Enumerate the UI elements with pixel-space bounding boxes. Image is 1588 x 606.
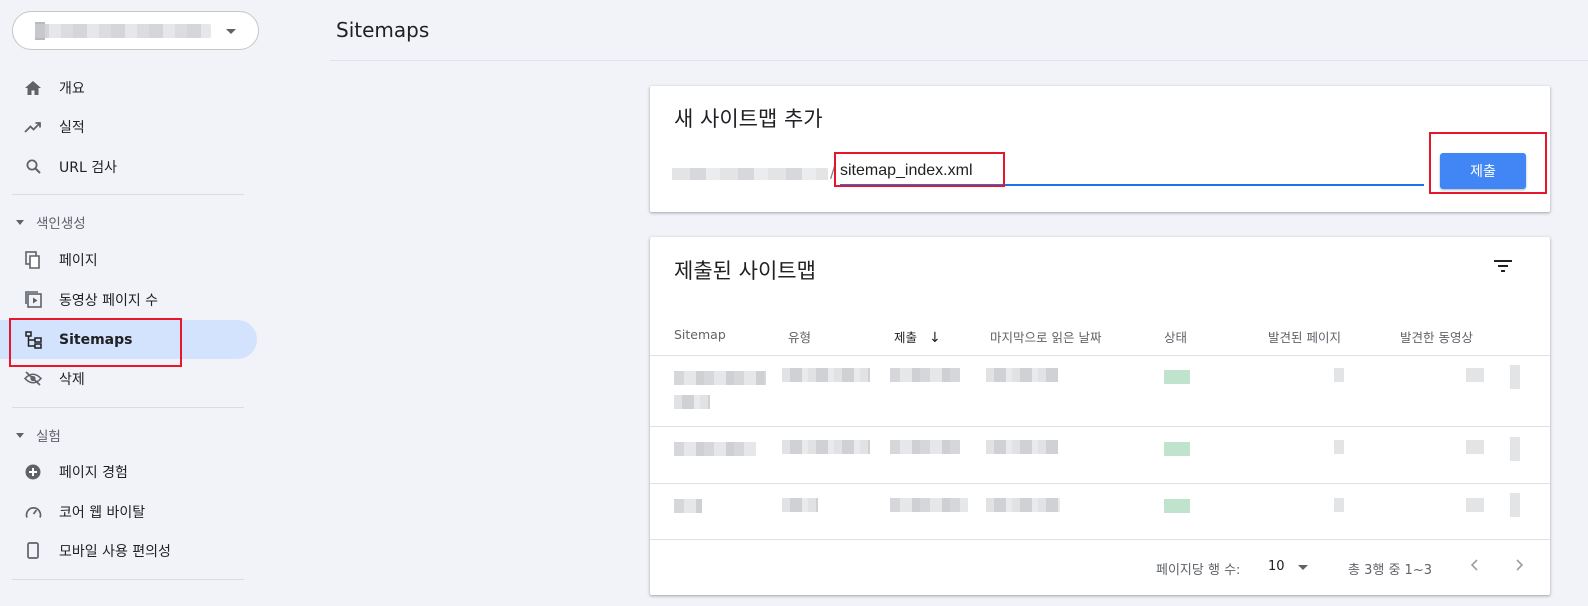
- rows-per-page-label: 페이지당 행 수:: [1156, 563, 1241, 578]
- status-badge-redacted: [1164, 499, 1190, 513]
- column-header-last-read[interactable]: 마지막으로 읽은 날짜: [990, 327, 1101, 346]
- arrow-down-icon: ↓: [929, 330, 941, 346]
- redacted-cell: [674, 395, 710, 409]
- redacted-cell: [782, 368, 870, 382]
- submit-button[interactable]: 제출: [1440, 153, 1526, 189]
- submitted-sitemaps-title: 제출된 사이트맵: [674, 259, 816, 283]
- caret-down-icon: [16, 219, 24, 225]
- column-header-submitted[interactable]: 제출 ↓: [894, 327, 941, 346]
- submitted-sitemaps-card: 제출된 사이트맵 Sitemap 유형 제출 ↓ 마지막으로 읽은 날짜 상태 …: [650, 237, 1550, 595]
- row-action-redacted[interactable]: [1510, 437, 1520, 461]
- column-header-sitemap[interactable]: Sitemap: [674, 327, 726, 342]
- sidebar-item-label: 실적: [59, 119, 85, 136]
- redacted-cell: [1466, 440, 1484, 454]
- sidebar-divider: [12, 194, 244, 195]
- chevron-down-icon: [226, 29, 236, 34]
- sidebar-item-label: 모바일 사용 편의성: [59, 543, 171, 560]
- sidebar-divider: [12, 579, 244, 580]
- status-badge-redacted: [1164, 370, 1190, 384]
- chevron-down-icon: [1298, 565, 1308, 570]
- sitemap-icon: [24, 330, 42, 349]
- sidebar-item-sitemaps[interactable]: Sitemaps: [0, 320, 257, 359]
- sidebar-item-label: 개요: [59, 80, 85, 97]
- sidebar-item-label: 코어 웹 바이탈: [59, 504, 146, 521]
- property-selector[interactable]: [12, 11, 259, 50]
- chevron-left-icon[interactable]: [1468, 558, 1482, 572]
- sidebar-item-label: URL 검사: [59, 159, 117, 176]
- smartphone-icon: [24, 542, 42, 560]
- redacted-cell: [782, 440, 870, 454]
- sidebar-item-mobile-usability[interactable]: 모바일 사용 편의성: [0, 531, 257, 570]
- redacted-cell: [674, 499, 702, 513]
- row-divider: [650, 483, 1550, 484]
- section-label: 색인생성: [36, 216, 86, 232]
- column-header-discovered-videos[interactable]: 발견한 동영상: [1400, 327, 1473, 346]
- page-title: Sitemaps: [336, 18, 430, 42]
- redacted-cell: [986, 368, 1058, 382]
- redacted-cell: [1466, 498, 1484, 512]
- sidebar-item-label: 동영상 페이지 수: [59, 292, 159, 309]
- sidebar-item-overview[interactable]: 개요: [0, 68, 257, 107]
- section-label: 실험: [36, 429, 61, 445]
- sidebar-item-label: 삭제: [59, 371, 85, 388]
- search-icon: [24, 158, 42, 176]
- home-icon: [24, 79, 42, 97]
- redacted-cell: [986, 440, 1058, 454]
- column-header-discovered-pages[interactable]: 발견된 페이지: [1268, 327, 1341, 346]
- sidebar: 개요 실적 URL 검사 색인생성 페이지 동영상 페이지 수 Sitemaps: [0, 0, 262, 606]
- sitemap-url-input[interactable]: [840, 158, 1424, 186]
- chevron-right-icon[interactable]: [1512, 558, 1526, 572]
- sidebar-item-removals[interactable]: 삭제: [0, 359, 257, 398]
- sidebar-item-video-pages[interactable]: 동영상 페이지 수: [0, 280, 257, 319]
- property-name-redacted: [35, 24, 211, 38]
- add-sitemap-card: 새 사이트맵 추가 / 제출: [650, 86, 1550, 212]
- redacted-cell: [986, 498, 1060, 512]
- section-indexing[interactable]: 색인생성: [16, 212, 86, 232]
- row-divider: [650, 539, 1550, 540]
- sidebar-item-url-inspection[interactable]: URL 검사: [0, 147, 257, 186]
- redacted-cell: [1466, 368, 1484, 382]
- column-header-label: 제출: [894, 330, 918, 345]
- sidebar-item-core-web-vitals[interactable]: 코어 웹 바이탈: [0, 492, 257, 531]
- status-badge-redacted: [1164, 442, 1190, 456]
- column-header-type[interactable]: 유형: [788, 327, 811, 346]
- redacted-cell: [674, 442, 756, 456]
- row-action-redacted[interactable]: [1510, 365, 1520, 389]
- caret-down-icon: [16, 432, 24, 438]
- row-divider: [650, 426, 1550, 427]
- add-sitemap-title: 새 사이트맵 추가: [674, 107, 823, 131]
- sidebar-item-label: Sitemaps: [59, 331, 133, 348]
- header-divider: [330, 60, 1588, 61]
- filter-icon[interactable]: [1492, 257, 1514, 275]
- pages-icon: [24, 250, 42, 269]
- sidebar-divider: [12, 407, 244, 408]
- url-separator: /: [830, 162, 836, 181]
- column-header-status[interactable]: 상태: [1164, 327, 1187, 346]
- redacted-cell: [674, 371, 766, 385]
- section-experience[interactable]: 실험: [16, 425, 61, 445]
- sidebar-item-performance[interactable]: 실적: [0, 107, 257, 146]
- redacted-cell: [890, 440, 960, 454]
- redacted-cell: [782, 498, 818, 512]
- redacted-cell: [1334, 440, 1344, 454]
- sidebar-item-label: 페이지: [59, 252, 98, 269]
- row-action-redacted[interactable]: [1510, 493, 1520, 517]
- plus-circle-icon: [24, 463, 42, 481]
- site-url-redacted: [672, 168, 828, 180]
- redacted-cell: [890, 368, 960, 382]
- sidebar-item-pages[interactable]: 페이지: [0, 240, 257, 279]
- speedometer-icon: [24, 503, 42, 521]
- redacted-cell: [1334, 368, 1344, 382]
- header-divider: [650, 355, 1550, 356]
- rows-per-page-value: 10: [1268, 559, 1285, 574]
- trending-up-icon: [24, 118, 42, 136]
- sidebar-item-page-experience[interactable]: 페이지 경험: [0, 452, 257, 491]
- pagination-range: 총 3행 중 1~3: [1348, 563, 1432, 578]
- video-pages-icon: [24, 291, 42, 309]
- sidebar-item-label: 페이지 경험: [59, 464, 128, 481]
- visibility-off-icon: [24, 370, 42, 388]
- redacted-cell: [890, 498, 968, 512]
- redacted-cell: [1334, 498, 1344, 512]
